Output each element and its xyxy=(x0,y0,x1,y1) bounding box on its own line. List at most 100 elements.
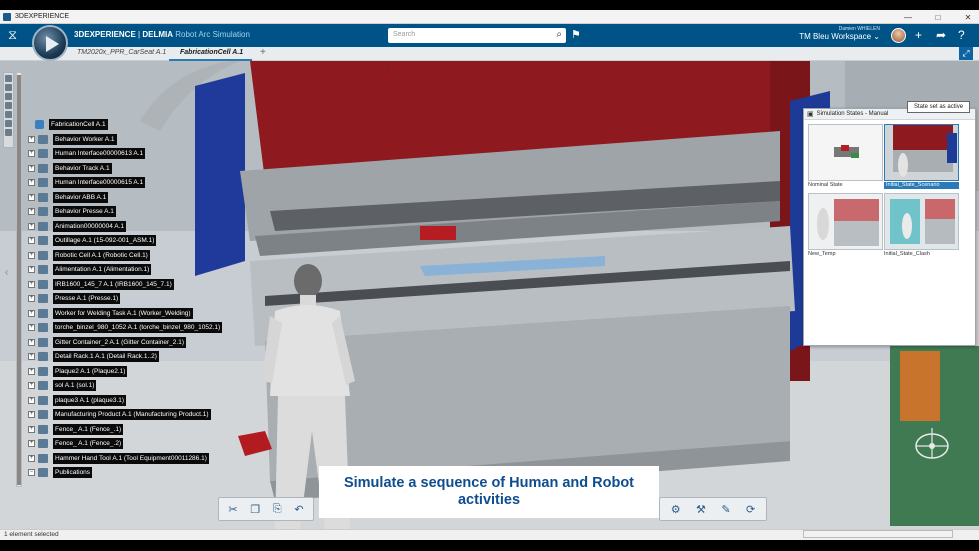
thumb-drawing-scenario xyxy=(885,125,958,180)
state-card[interactable]: Nominal State xyxy=(808,124,883,189)
brand-company: DELMIA xyxy=(142,30,173,39)
tree-node[interactable]: + Presse A.1 (Presse.1) xyxy=(28,292,121,304)
expand-icon[interactable]: + xyxy=(28,294,35,302)
ds-logo-icon[interactable]: ⧖ xyxy=(8,27,17,43)
tree-node[interactable]: + Plaque2 A.1 (Plaque2.1) xyxy=(28,365,128,377)
expand-icon[interactable]: ⤢ xyxy=(959,47,973,60)
search-input[interactable]: Search ⌕ xyxy=(388,28,566,43)
left-arrow-icon[interactable]: ‹ xyxy=(5,267,8,278)
expand-icon[interactable]: + xyxy=(28,410,35,418)
state-card[interactable]: New_Temp xyxy=(808,193,883,258)
tree-node[interactable]: + Manufacturing Product A.1 (Manufacturin… xyxy=(28,408,211,420)
expand-icon[interactable]: + xyxy=(28,338,35,346)
tree-scrollbar[interactable] xyxy=(16,72,22,487)
expand-icon[interactable]: + xyxy=(28,352,35,360)
expand-icon[interactable]: + xyxy=(28,149,35,157)
tree-node[interactable]: + Behavior ABB A.1 xyxy=(28,191,109,203)
teach-icon[interactable]: ✎ xyxy=(721,503,730,516)
tool-icon-5[interactable] xyxy=(5,111,12,118)
tree-node[interactable]: + Robotic Cell A.1 (Robotic Cell.1) xyxy=(28,249,150,261)
tab-fabrication-cell[interactable]: FabricationCell A.1 xyxy=(180,49,243,56)
expand-icon[interactable]: + xyxy=(28,164,35,172)
expand-icon[interactable]: + xyxy=(28,425,35,433)
motion-icon[interactable]: ⟳ xyxy=(746,503,755,516)
tree-node[interactable]: + Animation00000004 A.1 xyxy=(28,220,127,232)
tree-node[interactable]: + Detail Rack.1 A.1 (Detail Rack.1..2) xyxy=(28,350,159,362)
tree-node[interactable]: + Outillage A.1 (15-092-001_ASM.1) xyxy=(28,234,157,246)
tag-icon[interactable]: ⚑ xyxy=(571,28,581,41)
panel-collapse-icon[interactable]: ‹ xyxy=(386,63,388,70)
expand-icon[interactable]: + xyxy=(28,323,35,331)
workspace-selector[interactable]: TM Bleu Workspace ⌄ xyxy=(799,32,880,41)
tree-node[interactable]: + IRB1600_145_7 A.1 (IRB1600_145_7.1) xyxy=(28,278,174,290)
tool-icon-7[interactable] xyxy=(5,129,12,136)
tree-node[interactable]: + Fence_ A.1 (Fence_.2) xyxy=(28,437,124,449)
scrollbar-thumb[interactable] xyxy=(17,75,21,485)
help-icon[interactable]: ? xyxy=(958,28,965,42)
tree-node[interactable]: + sol A.1 (sol.1) xyxy=(28,379,97,391)
search-icon[interactable]: ⌕ xyxy=(556,29,562,40)
tree-node[interactable]: + Fence_ A.1 (Fence_.1) xyxy=(28,423,124,435)
cut-icon[interactable]: ✂ xyxy=(228,503,237,516)
tree-node[interactable]: + Alimentation A.1 (Alimentation.1) xyxy=(28,263,152,275)
collapse-icon[interactable]: − xyxy=(28,468,35,476)
tree-node[interactable]: + Worker for Welding Task A.1 (Worker_Wel… xyxy=(28,307,193,319)
tool-icon-4[interactable] xyxy=(5,102,12,109)
expand-icon[interactable]: + xyxy=(28,135,35,143)
tree-root[interactable]: FabricationCell A.1 xyxy=(35,118,108,130)
tool-icon-3[interactable] xyxy=(5,93,12,100)
sim-tool-icon[interactable]: ⚙ xyxy=(671,503,681,516)
play-icon xyxy=(46,36,59,52)
tab-carseat[interactable]: TM2020x_PPR_CarSeat A.1 xyxy=(77,49,166,56)
undo-icon[interactable]: ↶ xyxy=(294,503,303,516)
maximize-button[interactable]: □ xyxy=(933,13,943,22)
expand-icon[interactable]: + xyxy=(28,251,35,259)
horizontal-scrollbar[interactable] xyxy=(803,530,953,538)
tree-node[interactable]: + Behavior Worker A.1 xyxy=(28,133,117,145)
node-icon xyxy=(38,380,48,390)
blue-guard-left xyxy=(195,73,245,276)
robot-compass-icon[interactable] xyxy=(912,424,952,464)
expand-icon[interactable]: + xyxy=(28,309,35,317)
expand-icon[interactable]: + xyxy=(28,439,35,447)
tree-node[interactable]: + Human Interface00000613 A.1 xyxy=(28,147,146,159)
expand-icon[interactable]: + xyxy=(28,265,35,273)
tree-node[interactable]: + Behavior Track A.1 xyxy=(28,162,112,174)
expand-icon[interactable]: + xyxy=(28,454,35,462)
expand-icon[interactable]: + xyxy=(28,396,35,404)
tree-node[interactable]: + Human Interface00000615 A.1 xyxy=(28,176,146,188)
tree-node[interactable]: + Hammer Hand Tool A.1 (Tool Equipment000… xyxy=(28,452,209,464)
minimize-button[interactable]: — xyxy=(903,13,913,22)
tree-node[interactable]: + torche_binzel_980_1052 A.1 (torche_binz… xyxy=(28,321,223,333)
add-icon[interactable]: + xyxy=(915,28,922,42)
expand-icon[interactable]: + xyxy=(28,280,35,288)
expand-icon[interactable]: + xyxy=(28,381,35,389)
expand-icon[interactable]: + xyxy=(28,236,35,244)
expand-icon[interactable]: + xyxy=(28,207,35,215)
user-info[interactable]: Damien WHIELEN TM Bleu Workspace ⌄ xyxy=(799,26,880,41)
node-icon xyxy=(38,221,48,231)
compass-icon[interactable] xyxy=(32,25,68,61)
add-tab-button[interactable]: + xyxy=(260,47,266,58)
state-card[interactable]: Initial_State_Clash xyxy=(884,193,959,258)
share-icon[interactable]: ➦ xyxy=(936,28,946,42)
app-name: Robot Arc Simulation xyxy=(175,30,250,39)
tree-node[interactable]: + Behavior Presse A.1 xyxy=(28,205,116,217)
tool-icon-2[interactable] xyxy=(5,84,12,91)
expand-icon[interactable]: + xyxy=(28,222,35,230)
tool-icon-1[interactable] xyxy=(5,75,12,82)
orange-panel xyxy=(900,351,940,421)
expand-icon[interactable]: + xyxy=(28,178,35,186)
paste-icon[interactable]: ⎘ xyxy=(273,503,282,516)
state-card-active[interactable]: Initial_State_Scenario xyxy=(884,124,959,189)
close-button[interactable]: ✕ xyxy=(963,13,973,22)
copy-icon[interactable]: ❐ xyxy=(250,503,260,516)
tree-node[interactable]: + Gitter Container_2 A.1 (Gitter Containe… xyxy=(28,336,186,348)
avatar[interactable] xyxy=(891,28,906,43)
tool-icon-6[interactable] xyxy=(5,120,12,127)
tree-node[interactable]: + plaque3 A.1 (plaque3.1) xyxy=(28,394,127,406)
expand-icon[interactable]: + xyxy=(28,367,35,375)
expand-icon[interactable]: + xyxy=(28,193,35,201)
tree-node[interactable]: − Publications xyxy=(28,466,93,478)
robot-tool-icon[interactable]: ⚒ xyxy=(696,503,706,516)
